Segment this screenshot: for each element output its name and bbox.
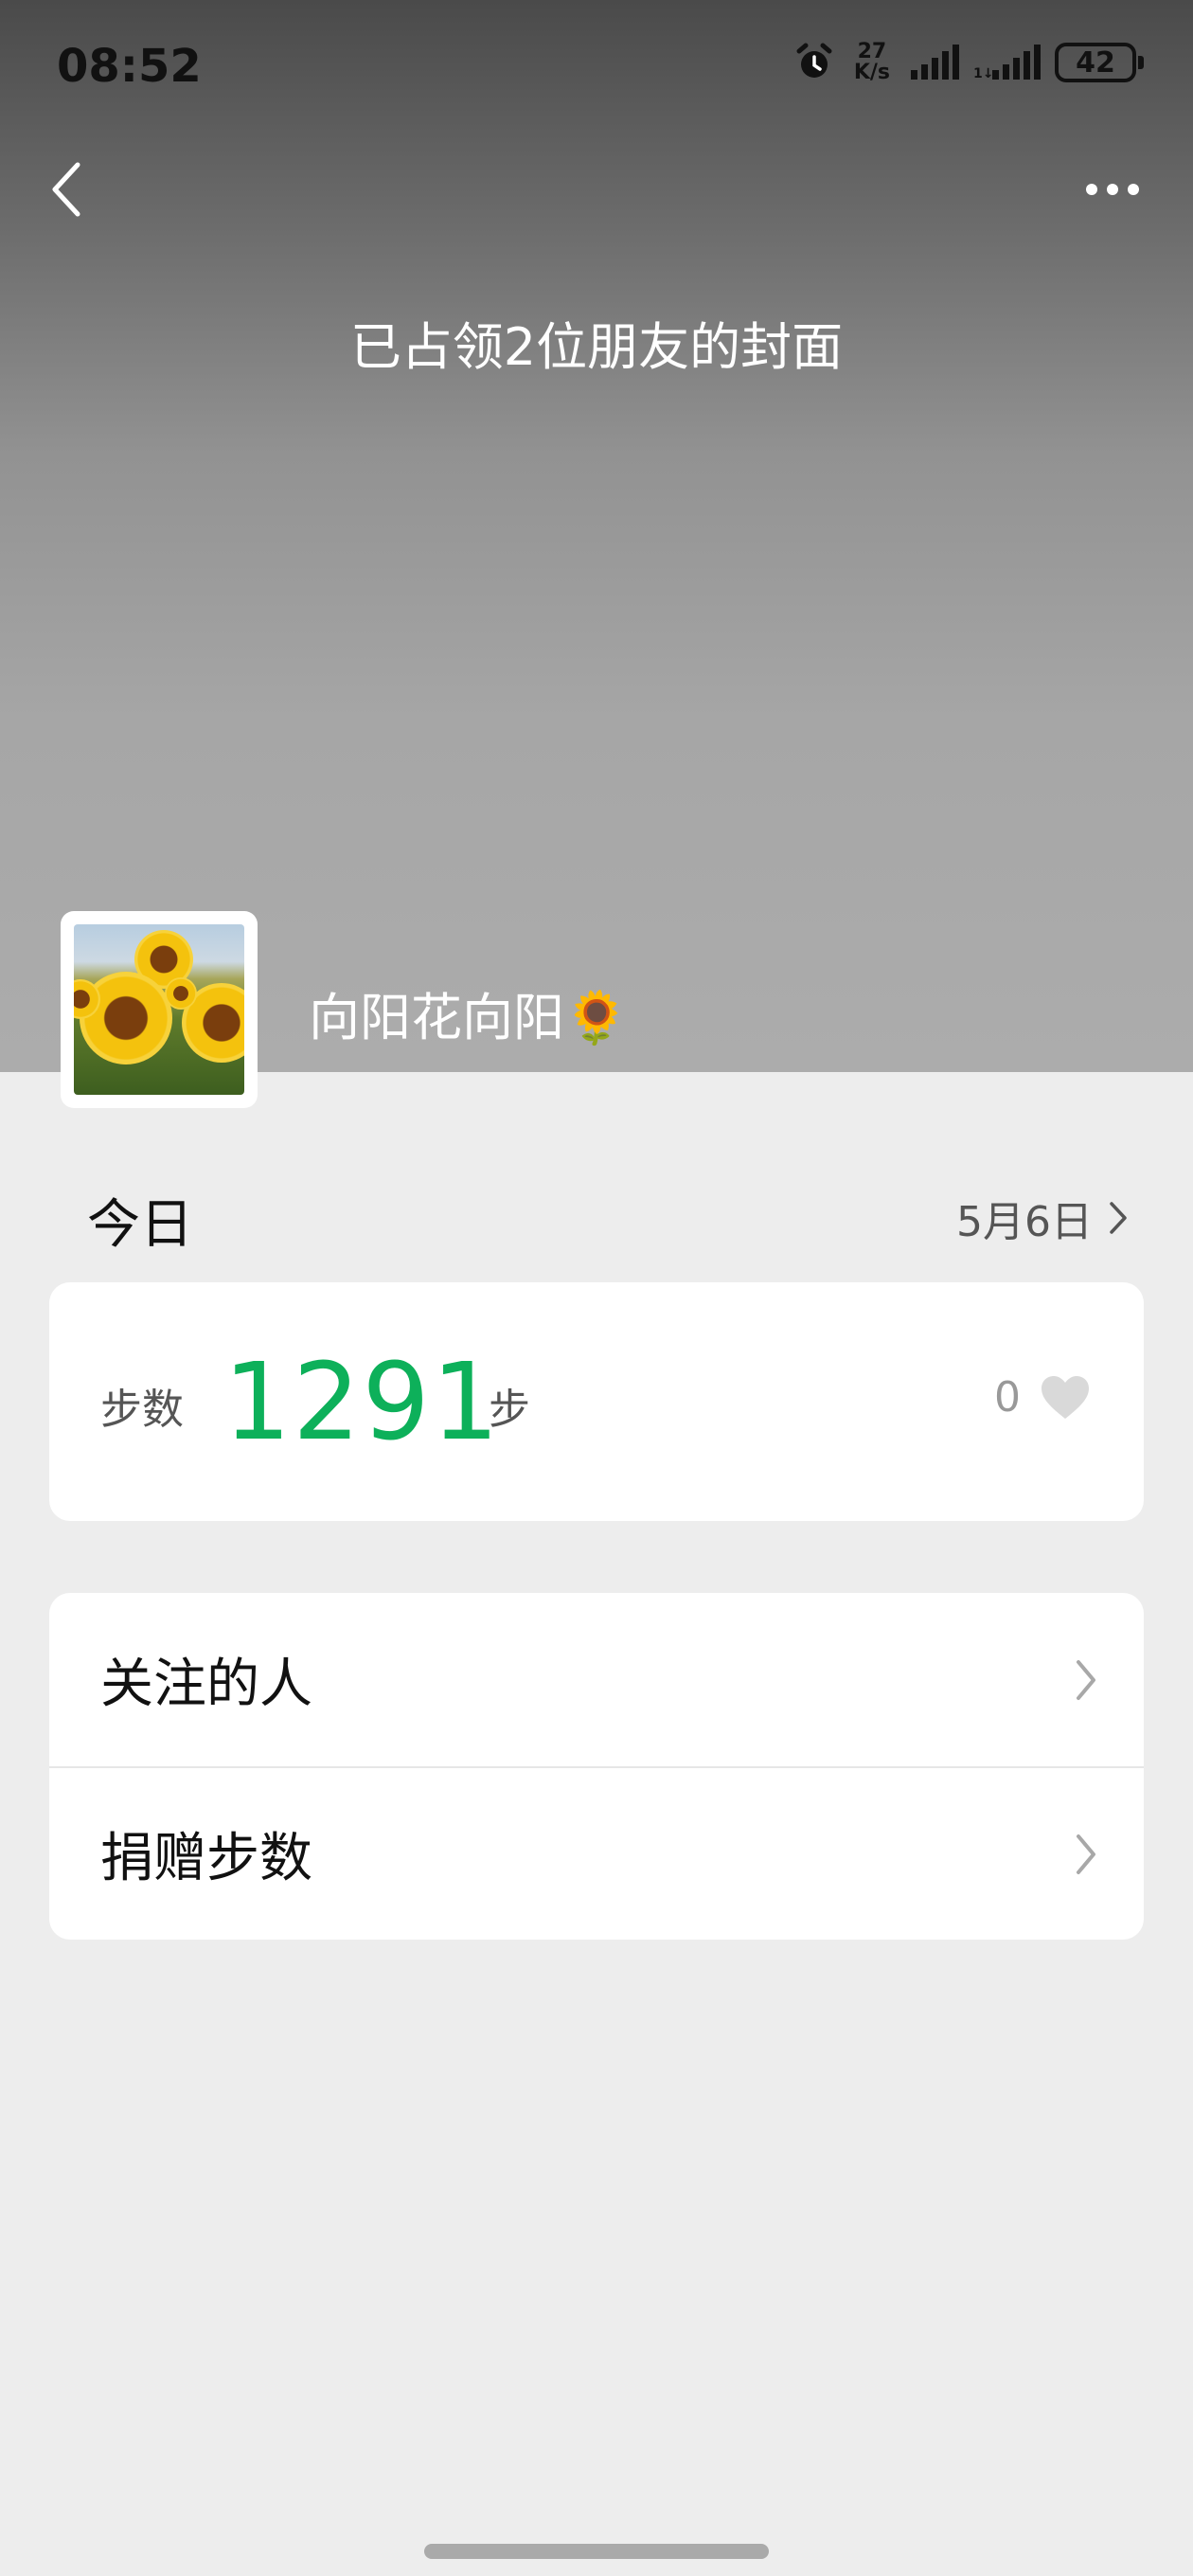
steps-label: 步数: [100, 1386, 184, 1434]
menu-card: 关注的人 捐赠步数: [49, 1593, 1144, 1940]
werun-profile-page: 08:52 27 K/s 1↓ 42 已占领2位朋友的封面 向阳花向阳🌻 今日 …: [0, 0, 1193, 2576]
sunflower-shape: [165, 977, 197, 1010]
steps-card: 步数 1291 步 0: [49, 1282, 1144, 1521]
signal-icon: [909, 44, 960, 81]
like-button[interactable]: 0: [994, 1373, 1091, 1422]
more-dots-icon: [1128, 184, 1139, 195]
date-history-link[interactable]: 5月6日: [956, 1188, 1129, 1248]
menu-item-donate-steps[interactable]: 捐赠步数: [49, 1766, 1144, 1940]
nickname: 向阳花向阳🌻: [309, 988, 629, 1047]
avatar[interactable]: [61, 911, 258, 1108]
alarm-icon: [793, 42, 835, 83]
svg-text:1↓: 1↓: [973, 66, 993, 81]
chevron-right-icon: [1110, 1202, 1127, 1234]
home-indicator[interactable]: [424, 2544, 769, 2559]
status-time: 08:52: [57, 40, 202, 93]
more-dots-icon: [1107, 184, 1118, 195]
menu-item-label: 关注的人: [100, 1654, 312, 1715]
cover-title: 已占领2位朋友的封面: [349, 317, 844, 377]
date-link-label: 5月6日: [956, 1198, 1093, 1246]
avatar-image: [74, 924, 244, 1095]
chevron-left-icon: [52, 162, 80, 217]
more-dots-icon: [1086, 184, 1097, 195]
steps-unit: 步: [489, 1386, 530, 1434]
menu-item-following[interactable]: 关注的人: [49, 1593, 1144, 1766]
chevron-right-icon: [1077, 1659, 1095, 1700]
back-button[interactable]: [38, 152, 95, 227]
status-bar: 08:52 27 K/s 1↓ 42: [0, 0, 1193, 133]
today-label: 今日: [87, 1194, 193, 1256]
status-icons: 27 K/s 1↓ 42: [793, 42, 1144, 83]
heart-icon: [1042, 1375, 1089, 1419]
signal-icon: 1↓: [973, 44, 1042, 81]
likes-count: 0: [994, 1373, 1021, 1422]
net-speed: 27 K/s: [854, 42, 890, 83]
net-speed-value: 27: [857, 40, 887, 63]
steps-value: 1291: [223, 1341, 502, 1464]
net-speed-unit: K/s: [853, 61, 890, 84]
menu-item-label: 捐赠步数: [100, 1828, 312, 1889]
more-button[interactable]: [1070, 161, 1155, 218]
battery-indicator: 42: [1055, 43, 1144, 82]
today-row: 今日 5月6日: [87, 1174, 1129, 1256]
chevron-right-icon: [1077, 1834, 1095, 1874]
